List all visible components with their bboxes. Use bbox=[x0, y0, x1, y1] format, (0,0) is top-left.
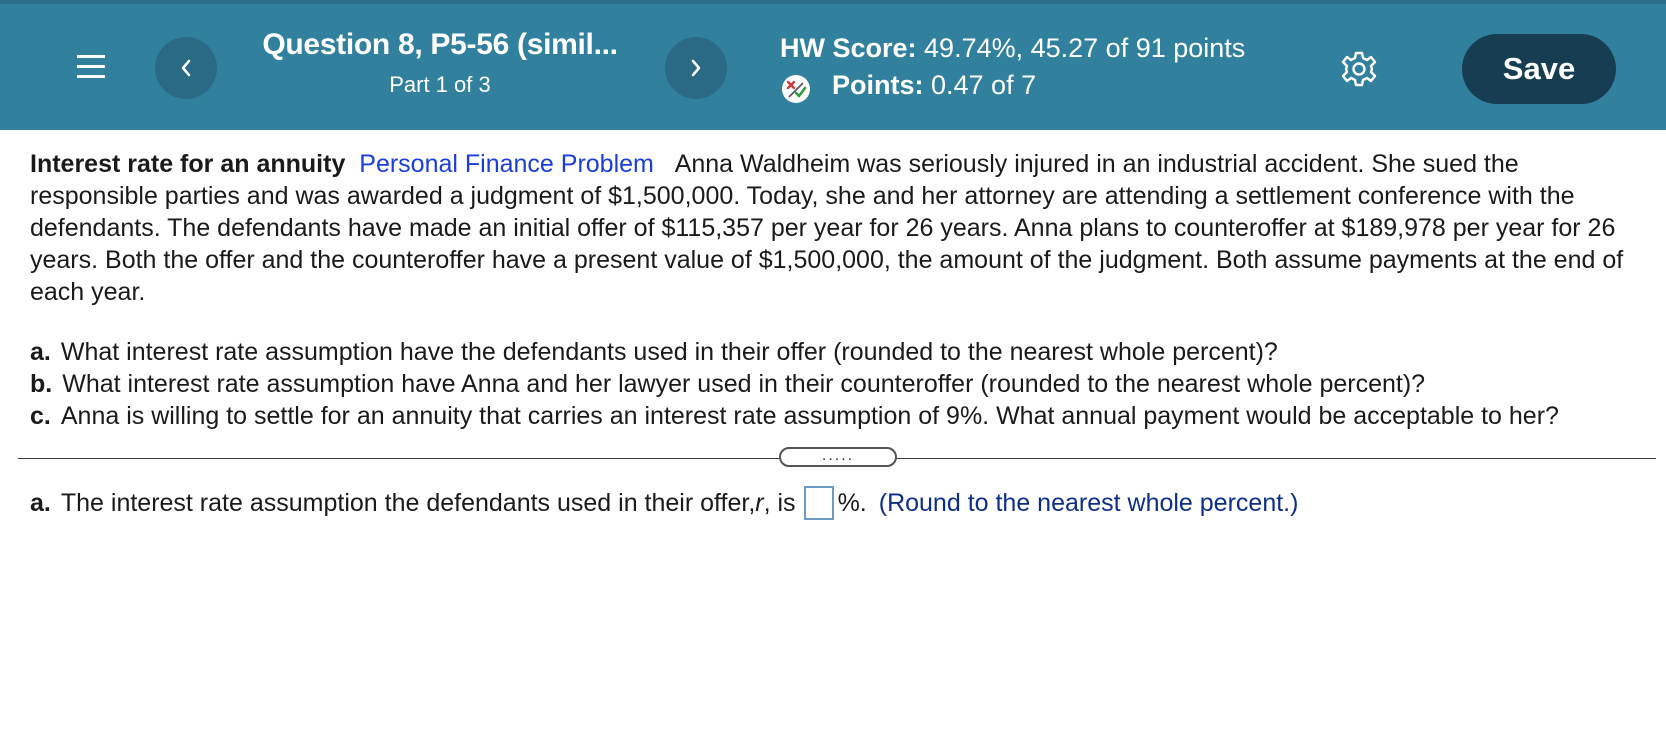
question-item-c: c. Anna is willing to settle for an annui… bbox=[30, 400, 1640, 432]
answer-prefix: The interest rate assumption the defenda… bbox=[60, 489, 756, 517]
menu-icon[interactable] bbox=[76, 52, 106, 82]
question-letter: b. bbox=[30, 370, 53, 398]
partial-credit-icon bbox=[781, 74, 811, 104]
hw-score: HW Score: 49.74%, 45.27 of 91 points bbox=[780, 33, 1245, 64]
question-list: a. What interest rate assumption have the… bbox=[30, 336, 1640, 432]
hw-score-label: HW Score: bbox=[780, 33, 917, 63]
answer-middle: , is bbox=[763, 489, 796, 517]
question-part: Part 1 of 3 bbox=[389, 72, 491, 97]
next-question-button[interactable] bbox=[665, 37, 727, 99]
answer-row: a. The interest rate assumption the defe… bbox=[30, 486, 1298, 520]
question-item-a: a. What interest rate assumption have the… bbox=[30, 336, 1640, 368]
points-line: Points: 0.47 of 7 bbox=[832, 70, 1036, 101]
question-text: What interest rate assumption have Anna … bbox=[62, 370, 1426, 398]
gear-icon[interactable] bbox=[1340, 50, 1378, 88]
problem-topic: Interest rate for an annuity bbox=[30, 150, 346, 178]
question-item-b: b. What interest rate assumption have Ann… bbox=[30, 368, 1640, 400]
points-label: Points: bbox=[832, 70, 924, 100]
answer-variable: r bbox=[755, 489, 764, 517]
answer-letter: a. bbox=[30, 489, 51, 517]
rounding-hint: (Round to the nearest whole percent.) bbox=[878, 489, 1299, 517]
question-text: What interest rate assumption have the d… bbox=[60, 338, 1278, 366]
save-button[interactable]: Save bbox=[1462, 34, 1616, 104]
answer-suffix: %. bbox=[837, 489, 867, 517]
question-letter: a. bbox=[30, 338, 51, 366]
chevron-right-icon bbox=[691, 59, 701, 77]
previous-question-button[interactable] bbox=[155, 37, 217, 99]
points-value: 0.47 of 7 bbox=[923, 70, 1037, 100]
problem-statement: Interest rate for an annuity Personal Fi… bbox=[30, 148, 1640, 308]
problem-category: Personal Finance Problem bbox=[359, 150, 654, 178]
question-letter: c. bbox=[30, 402, 51, 430]
top-bar: Question 8, P5-56 (simil... Part 1 of 3 … bbox=[0, 0, 1666, 130]
hw-score-value: 49.74%, 45.27 of 91 points bbox=[916, 33, 1246, 63]
interest-rate-answer-input[interactable] bbox=[803, 486, 834, 520]
problem-area: Interest rate for an annuity Personal Fi… bbox=[30, 148, 1640, 432]
chevron-left-icon bbox=[181, 59, 191, 77]
expand-toggle-button[interactable]: ..... bbox=[779, 447, 897, 467]
question-text: Anna is willing to settle for an annuity… bbox=[60, 402, 1559, 430]
question-title: Question 8, P5-56 (simil... bbox=[262, 28, 618, 61]
